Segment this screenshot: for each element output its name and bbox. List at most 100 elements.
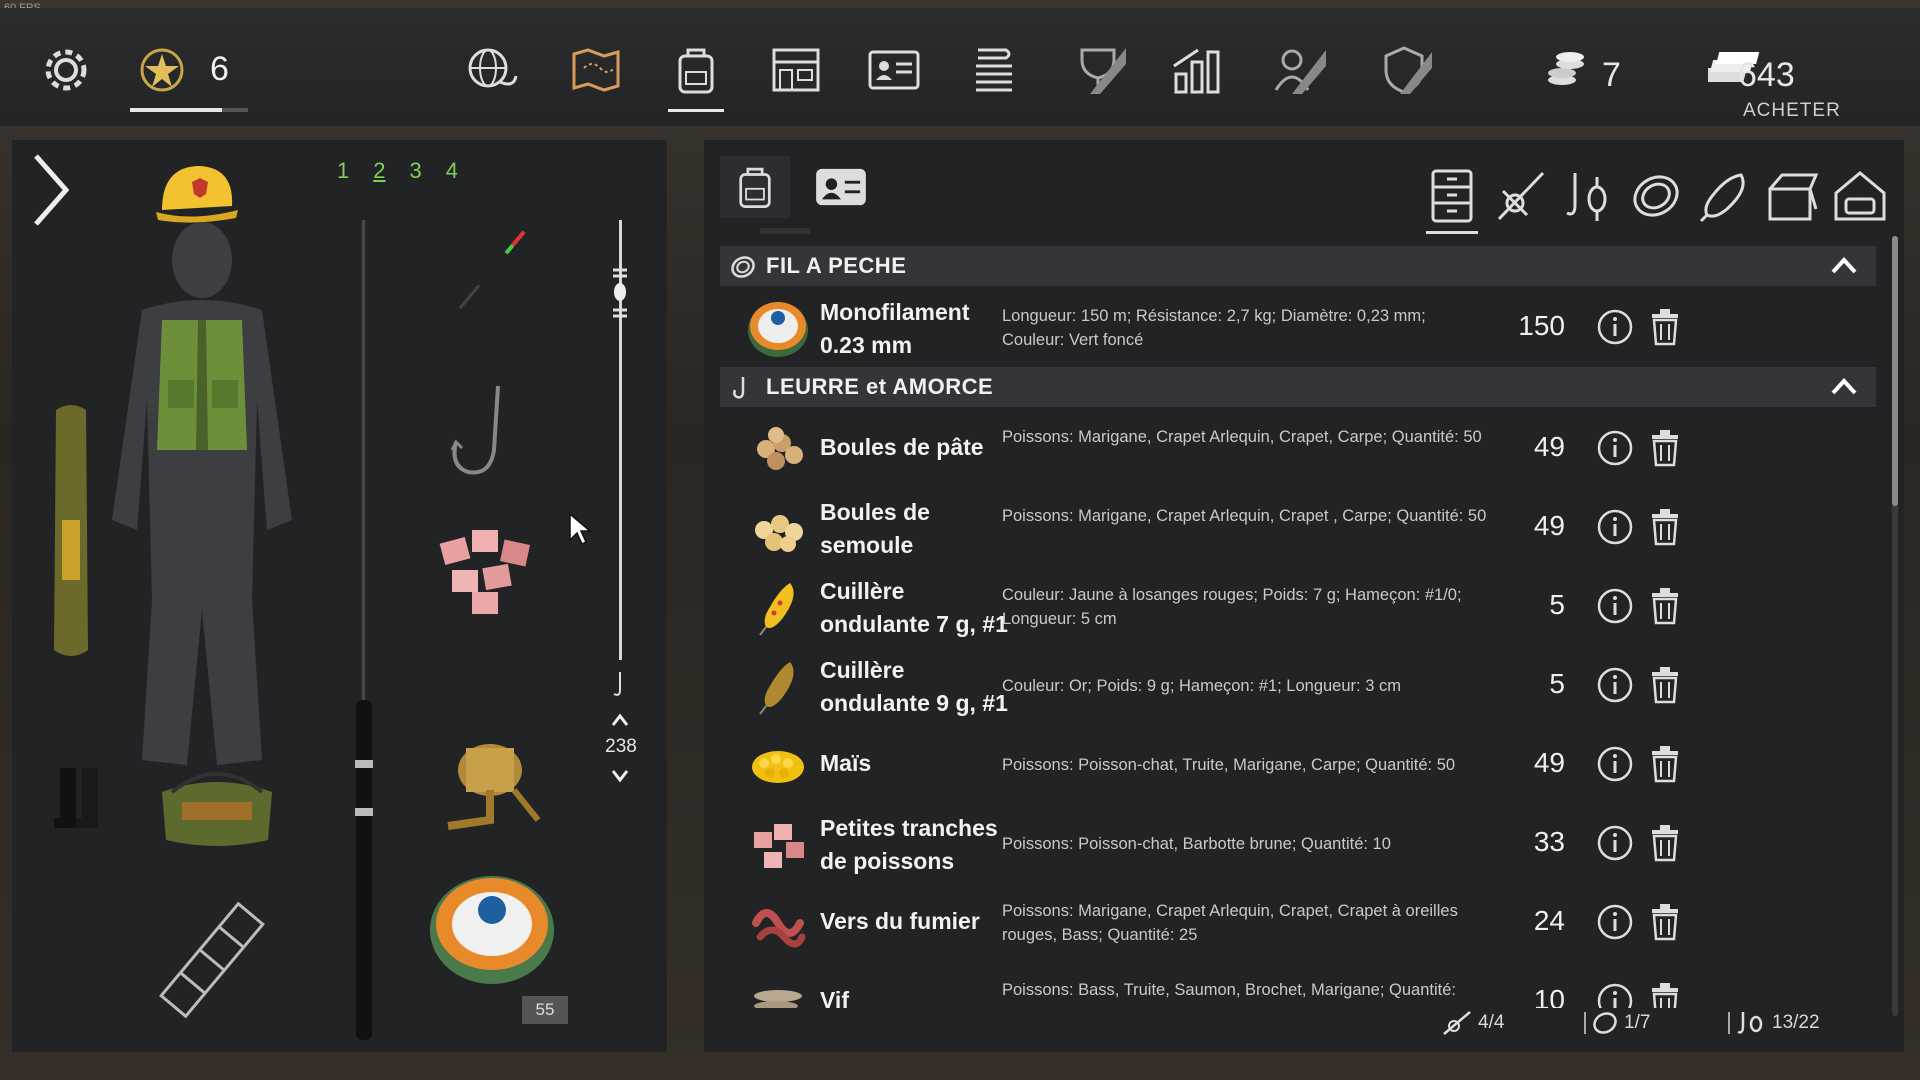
chevron-right-icon[interactable] <box>30 150 70 230</box>
info-icon[interactable] <box>1596 508 1634 546</box>
slot-tab-2[interactable]: 2 <box>373 158 385 184</box>
money-amount: 643 <box>1738 56 1795 94</box>
list-item[interactable]: Petites tranches de poissons Poissons: Po… <box>720 804 1876 883</box>
info-icon[interactable] <box>1596 903 1634 941</box>
spoon-9g-thumbnail <box>759 662 794 715</box>
list-item[interactable]: Cuillère ondulante 7 g, #1 Couleur: Jaune… <box>720 567 1876 646</box>
item-quantity: 24 <box>1533 905 1565 936</box>
shop-icon[interactable] <box>764 38 828 102</box>
item-description: Couleur: Jaune à losanges rouges; Poids:… <box>1002 586 1462 628</box>
list-item[interactable]: Maïs Poissons: Poisson-chat, Truite, Mari… <box>720 725 1876 804</box>
loadout-panel: 1 2 3 4 55 238 <box>12 140 667 1052</box>
character-silhouette <box>112 222 292 765</box>
rod-slot-tabs: 1 2 3 4 <box>337 158 458 184</box>
semolina-balls-thumbnail <box>755 515 803 552</box>
item-name: Cuillère ondulante 7 g, #1 <box>820 578 1008 637</box>
item-description: Poissons: Marigane, Crapet Arlequin, Cra… <box>1002 507 1487 525</box>
item-quantity: 33 <box>1533 826 1565 857</box>
item-name: Maïs <box>820 750 872 776</box>
item-quantity: 49 <box>1533 747 1565 778</box>
inventory-backpack-icon[interactable] <box>664 38 728 112</box>
line-spool-item[interactable] <box>422 870 562 990</box>
hook-item[interactable] <box>442 380 522 490</box>
list-item[interactable]: Boules de semoule Poissons: Marigane, Cra… <box>720 488 1876 567</box>
bait-fish-slices-item[interactable] <box>432 520 542 620</box>
clubs-coming-icon[interactable] <box>1372 38 1436 102</box>
slot-tab-3[interactable]: 3 <box>410 158 422 184</box>
trash-icon[interactable] <box>1650 745 1680 783</box>
tackle-bag-item[interactable] <box>152 762 282 852</box>
info-icon[interactable] <box>1596 666 1634 704</box>
info-icon[interactable] <box>1596 587 1634 625</box>
rod-item[interactable] <box>355 220 373 1040</box>
item-name: Vers du fumier <box>820 908 980 934</box>
float-item[interactable] <box>442 220 542 320</box>
chevron-down-icon[interactable] <box>610 768 630 784</box>
item-description: Poissons: Marigane, Crapet Arlequin, Cra… <box>1002 902 1458 944</box>
reel-item[interactable] <box>428 730 558 840</box>
stats-icon[interactable] <box>1164 38 1228 102</box>
item-quantity: 10 <box>1533 984 1565 1008</box>
settings-gear-icon[interactable] <box>34 38 98 102</box>
coins-count: 7 <box>1602 56 1621 94</box>
live-bait-thumbnail <box>754 990 802 1008</box>
boots-item[interactable] <box>50 768 110 838</box>
top-bar: 6 7 643 ACHETER <box>0 8 1920 126</box>
trash-icon[interactable] <box>1650 903 1680 941</box>
depth-slider[interactable] <box>610 220 630 790</box>
buy-button[interactable]: ACHETER <box>1743 100 1841 122</box>
item-description: Couleur: Or; Poids: 9 g; Hameçon: #1; Lo… <box>1002 677 1401 695</box>
trash-icon[interactable] <box>1650 666 1680 704</box>
line-spool-icon <box>1593 1012 1617 1034</box>
item-name: Boules de pâte <box>820 434 984 460</box>
item-description: Poissons: Poisson-chat, Truite, Marigane… <box>1002 756 1456 774</box>
rank-star-icon[interactable] <box>130 38 194 102</box>
mouse-cursor-icon <box>569 512 592 546</box>
info-icon[interactable] <box>1596 429 1634 467</box>
item-description: Poissons: Bass, Truite, Saumon, Brochet,… <box>1002 981 1456 999</box>
info-icon[interactable] <box>1596 745 1634 783</box>
corn-thumbnail <box>752 751 804 783</box>
list-item[interactable]: Vers du fumier Poissons: Marigane, Crapet… <box>720 883 1876 962</box>
licenses-icon[interactable] <box>962 38 1026 102</box>
list-item[interactable]: Boules de pâte Poissons: Marigane, Crapet… <box>720 409 1876 488</box>
dough-balls-thumbnail <box>757 427 803 470</box>
item-name: Vif <box>820 987 849 1008</box>
trash-icon[interactable] <box>1650 824 1680 862</box>
item-quantity: 5 <box>1549 589 1565 620</box>
trash-icon[interactable] <box>1650 508 1680 546</box>
trash-icon[interactable] <box>1650 982 1680 1008</box>
rank-progress-bar <box>130 108 248 112</box>
map-icon[interactable] <box>564 38 628 102</box>
item-quantity: 49 <box>1533 431 1565 462</box>
depth-value: 238 <box>605 736 637 757</box>
info-icon[interactable] <box>1596 824 1634 862</box>
hook-marker-icon <box>613 672 621 696</box>
rod-holder-icon <box>1443 1011 1471 1035</box>
item-quantity: 5 <box>1549 668 1565 699</box>
spoon-7g-thumbnail <box>759 583 794 636</box>
tackle-capacity: 13/22 <box>1728 1010 1820 1036</box>
keepnet-item[interactable] <box>152 900 272 1020</box>
chevron-up-icon[interactable] <box>610 712 630 728</box>
friends-coming-icon[interactable] <box>1266 38 1330 102</box>
slot-tab-4[interactable]: 4 <box>446 158 458 184</box>
trash-icon[interactable] <box>1650 587 1680 625</box>
info-icon[interactable] <box>1596 982 1634 1008</box>
line-length-badge: 55 <box>522 996 568 1024</box>
travel-globe-icon[interactable] <box>460 38 524 102</box>
coins-icon <box>1536 38 1600 102</box>
tournaments-coming-icon[interactable] <box>1066 38 1130 102</box>
trash-icon[interactable] <box>1650 429 1680 467</box>
rank-level: 6 <box>210 50 229 88</box>
rod-bag-item[interactable] <box>46 400 96 670</box>
slot-tab-1[interactable]: 1 <box>337 158 349 184</box>
rods-capacity: 4/4 <box>1442 1010 1504 1036</box>
profile-card-icon[interactable] <box>862 38 926 102</box>
list-item[interactable]: Cuillère ondulante 9 g, #1 Couleur: Or; P… <box>720 646 1876 725</box>
item-description: Poissons: Poisson-chat, Barbotte brune; … <box>1002 835 1391 853</box>
inventory-footer: 4/4 1/7 13/22 <box>704 1010 1904 1040</box>
list-item[interactable]: Vif Poissons: Bass, Truite, Saumon, Broch… <box>720 962 1876 1008</box>
manure-worms-thumbnail <box>752 909 806 948</box>
list-scrollbar[interactable] <box>1892 236 1898 1016</box>
